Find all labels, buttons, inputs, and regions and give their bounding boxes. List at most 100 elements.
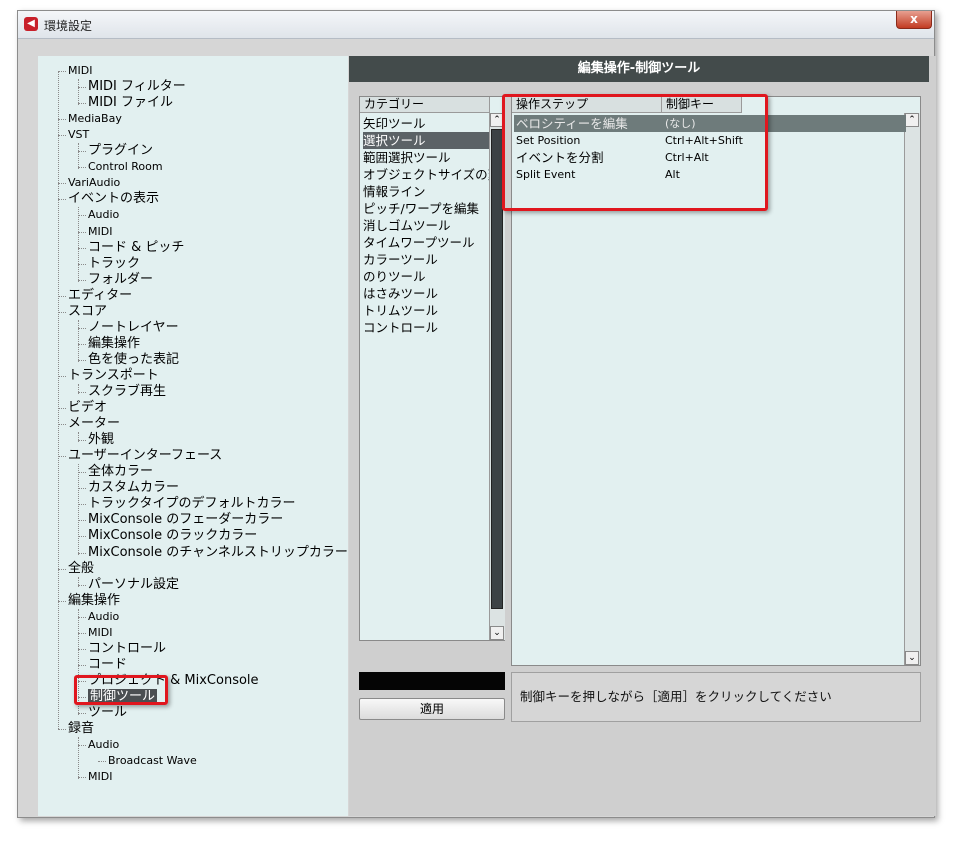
tree-connector [58, 600, 66, 602]
tree-connector [78, 432, 79, 443]
tree-item[interactable]: MIDI [88, 769, 112, 785]
tree-connector [78, 343, 86, 345]
tree-connector [58, 456, 66, 458]
scroll-up-icon[interactable]: ⌃ [905, 113, 919, 127]
tree-item[interactable]: コード [88, 657, 127, 673]
scroll-down-icon[interactable]: ⌄ [490, 626, 504, 640]
category-item[interactable]: オブジェクトサイズの変 [363, 166, 489, 183]
tree-item[interactable]: Control Room [88, 159, 163, 175]
tree-connector [78, 279, 86, 281]
category-item[interactable]: のりツール [363, 268, 489, 285]
tree-item[interactable]: MIDI フィルター [88, 79, 186, 95]
tree-connector [78, 167, 86, 169]
tree-item[interactable]: 全体カラー [88, 464, 153, 480]
tree-connector [58, 424, 66, 426]
apply-button[interactable]: 適用 [359, 698, 505, 720]
tree-item[interactable]: Audio [88, 737, 119, 753]
tree-connector [78, 777, 86, 779]
tree-connector [58, 199, 66, 201]
category-item[interactable]: コントロール [363, 319, 489, 336]
tree-item[interactable]: Audio [88, 609, 119, 625]
tree-connector [78, 319, 79, 362]
tree-connector [78, 520, 86, 522]
tree-item[interactable]: MixConsole のチャンネルストリップカラー [88, 545, 348, 561]
tree-connector [58, 295, 66, 297]
tree-connector [78, 247, 86, 249]
category-column-header[interactable]: カテゴリー [360, 97, 490, 113]
category-item[interactable]: 矢印ツール [363, 115, 489, 132]
tree-item[interactable]: ユーザーインターフェース [68, 448, 222, 464]
tree-item[interactable]: トランスポート [68, 368, 159, 384]
tree-item[interactable]: VST [68, 127, 89, 143]
tree-connector [78, 552, 86, 554]
tree-connector [78, 87, 86, 89]
tree-connector [78, 440, 86, 442]
category-item[interactable]: 情報ライン [363, 183, 489, 200]
tree-item[interactable]: Audio [88, 207, 119, 223]
action-scrollbar[interactable]: ⌃ ⌄ [904, 113, 920, 665]
tree-connector [78, 103, 86, 105]
window-title: 環境設定 [44, 19, 93, 33]
category-item[interactable]: 範囲選択ツール [363, 149, 489, 166]
tree-item[interactable]: パーソナル設定 [88, 577, 179, 593]
tree-item[interactable]: MixConsole のラックカラー [88, 528, 257, 544]
tree-item[interactable]: 色を使った表記 [88, 352, 179, 368]
tree-connector [78, 464, 79, 555]
tree-connector [78, 215, 86, 217]
tree-connector [78, 327, 86, 329]
category-item[interactable]: ピッチ/ワープを編集 [363, 200, 489, 217]
close-button[interactable]: x [896, 11, 932, 29]
tree-item[interactable]: イベントの表示 [68, 191, 159, 207]
tree-item[interactable]: カスタムカラー [88, 480, 179, 496]
tree-item[interactable]: スクラブ再生 [88, 384, 166, 400]
tree-connector [78, 576, 79, 587]
category-item[interactable]: 選択ツール [363, 132, 489, 149]
category-item[interactable]: はさみツール [363, 285, 489, 302]
tree-item[interactable]: MIDI [68, 63, 92, 79]
tree-connector [78, 263, 86, 265]
tree-item[interactable]: 外観 [88, 432, 114, 448]
tree-connector [78, 616, 86, 618]
tree-item[interactable]: 編集操作 [68, 593, 120, 609]
category-list: カテゴリー ⌃ ⌄ 矢印ツール 選択ツール 範囲選択ツール オブジェクトサイズの変 情報… [359, 96, 505, 641]
tree-connector [78, 745, 86, 747]
tree-item[interactable]: メーター [68, 416, 120, 432]
tree-item[interactable]: フォルダー [88, 272, 153, 288]
tree-item[interactable]: コントロール [88, 641, 166, 657]
tree-connector [58, 568, 66, 570]
tree-item[interactable]: トラック [88, 256, 140, 272]
tree-item[interactable]: 録音 [68, 721, 94, 737]
tree-item[interactable]: プラグイン [88, 143, 153, 159]
category-item[interactable]: 消しゴムツール [363, 217, 489, 234]
tree-item[interactable]: 編集操作 [88, 336, 140, 352]
tree-connector [78, 632, 86, 634]
scroll-down-icon[interactable]: ⌄ [905, 651, 919, 665]
key-input-field[interactable] [359, 672, 505, 690]
tree-connector [58, 135, 66, 137]
page-title: 編集操作-制御ツール [349, 56, 929, 82]
tree-connector [58, 71, 66, 72]
tree-item[interactable]: 全般 [68, 561, 94, 577]
tree-connector [78, 207, 79, 282]
category-item[interactable]: カラーツール [363, 251, 489, 268]
category-item[interactable]: タイムワープツール [363, 234, 489, 251]
tree-item[interactable]: トラックタイプのデフォルトカラー [88, 496, 295, 512]
tree-connector [78, 151, 86, 153]
tree-connector [78, 392, 86, 393]
tree-item[interactable]: ビデオ [68, 400, 107, 416]
tree-item[interactable]: MIDI ファイル [88, 95, 173, 111]
tree-item[interactable]: MixConsole のフェーダーカラー [88, 512, 283, 528]
tree-item[interactable]: ツール [88, 705, 127, 721]
tree-item[interactable]: Broadcast Wave [108, 753, 197, 769]
tree-item[interactable]: MIDI [88, 625, 112, 641]
tree-item[interactable]: MediaBay [68, 111, 122, 127]
tree-connector [58, 183, 66, 185]
tree-item[interactable]: スコア [68, 304, 107, 320]
tree-item[interactable]: VariAudio [68, 175, 120, 191]
category-item[interactable]: トリムツール [363, 302, 489, 319]
tree-item[interactable]: コード & ピッチ [88, 240, 184, 256]
tree-connector [58, 119, 66, 121]
tree-item[interactable]: ノートレイヤー [88, 320, 179, 336]
tree-item[interactable]: エディター [68, 288, 132, 304]
tree-item[interactable]: MIDI [88, 224, 112, 240]
